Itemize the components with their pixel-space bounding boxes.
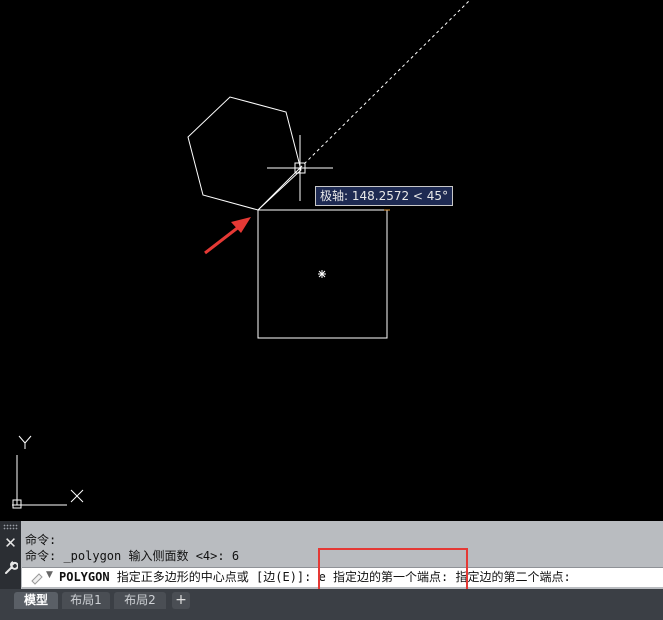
layout-tabs-bar: 模型 布局1 布局2 +: [0, 589, 663, 620]
ucs-y-label: Y: [40, 444, 41, 446]
hexagon-shape: [187, 96, 302, 211]
polar-tooltip: 极轴: 148.2572 < 45°: [315, 186, 454, 206]
ucs-x-label: X: [90, 499, 91, 501]
command-prompt[interactable]: ▼ POLYGON 指定正多边形的中心点或 [边(E)]: e 指定边的第一个端…: [22, 567, 663, 587]
polar-tracking-line: [299, 0, 471, 169]
wrench-icon[interactable]: [3, 559, 18, 575]
command-line-grip[interactable]: ✕: [0, 521, 21, 589]
tab-layout1[interactable]: 布局1: [62, 592, 110, 609]
add-icon[interactable]: +: [172, 592, 190, 609]
command-history-line-1: 命令:: [25, 533, 57, 547]
close-icon[interactable]: ✕: [3, 535, 18, 551]
center-marker-icon: [318, 270, 326, 278]
grip-dots[interactable]: [3, 524, 18, 530]
drawing-canvas[interactable]: Y X 极轴: 148.2572 < 45°: [0, 0, 663, 521]
prompt-command-name: POLYGON: [59, 570, 110, 584]
rubber-band-line: [257, 167, 301, 211]
command-history-line-2: 命令: _polygon 输入侧面数 <4>: 6: [25, 549, 240, 563]
tab-layout2[interactable]: 布局2: [114, 592, 166, 609]
command-prompt-text: POLYGON 指定正多边形的中心点或 [边(E)]: e 指定边的第一个端点:…: [59, 570, 571, 585]
command-line-panel: ✕ 命令: 命令: _polygon 输入侧面数 <4>: 6 ▼ POLYGO…: [0, 521, 663, 589]
command-icon[interactable]: [30, 571, 44, 585]
drawing-geometry: Y X: [12, 0, 471, 509]
tab-model[interactable]: 模型: [14, 592, 58, 609]
ucs-icon: [12, 435, 84, 509]
annotation-arrow-icon: [204, 217, 251, 255]
prompt-message: 指定正多边形的中心点或 [边(E)]: e 指定边的第一个端点: 指定边的第二个…: [109, 570, 571, 584]
chevron-down-icon[interactable]: ▼: [46, 570, 53, 580]
